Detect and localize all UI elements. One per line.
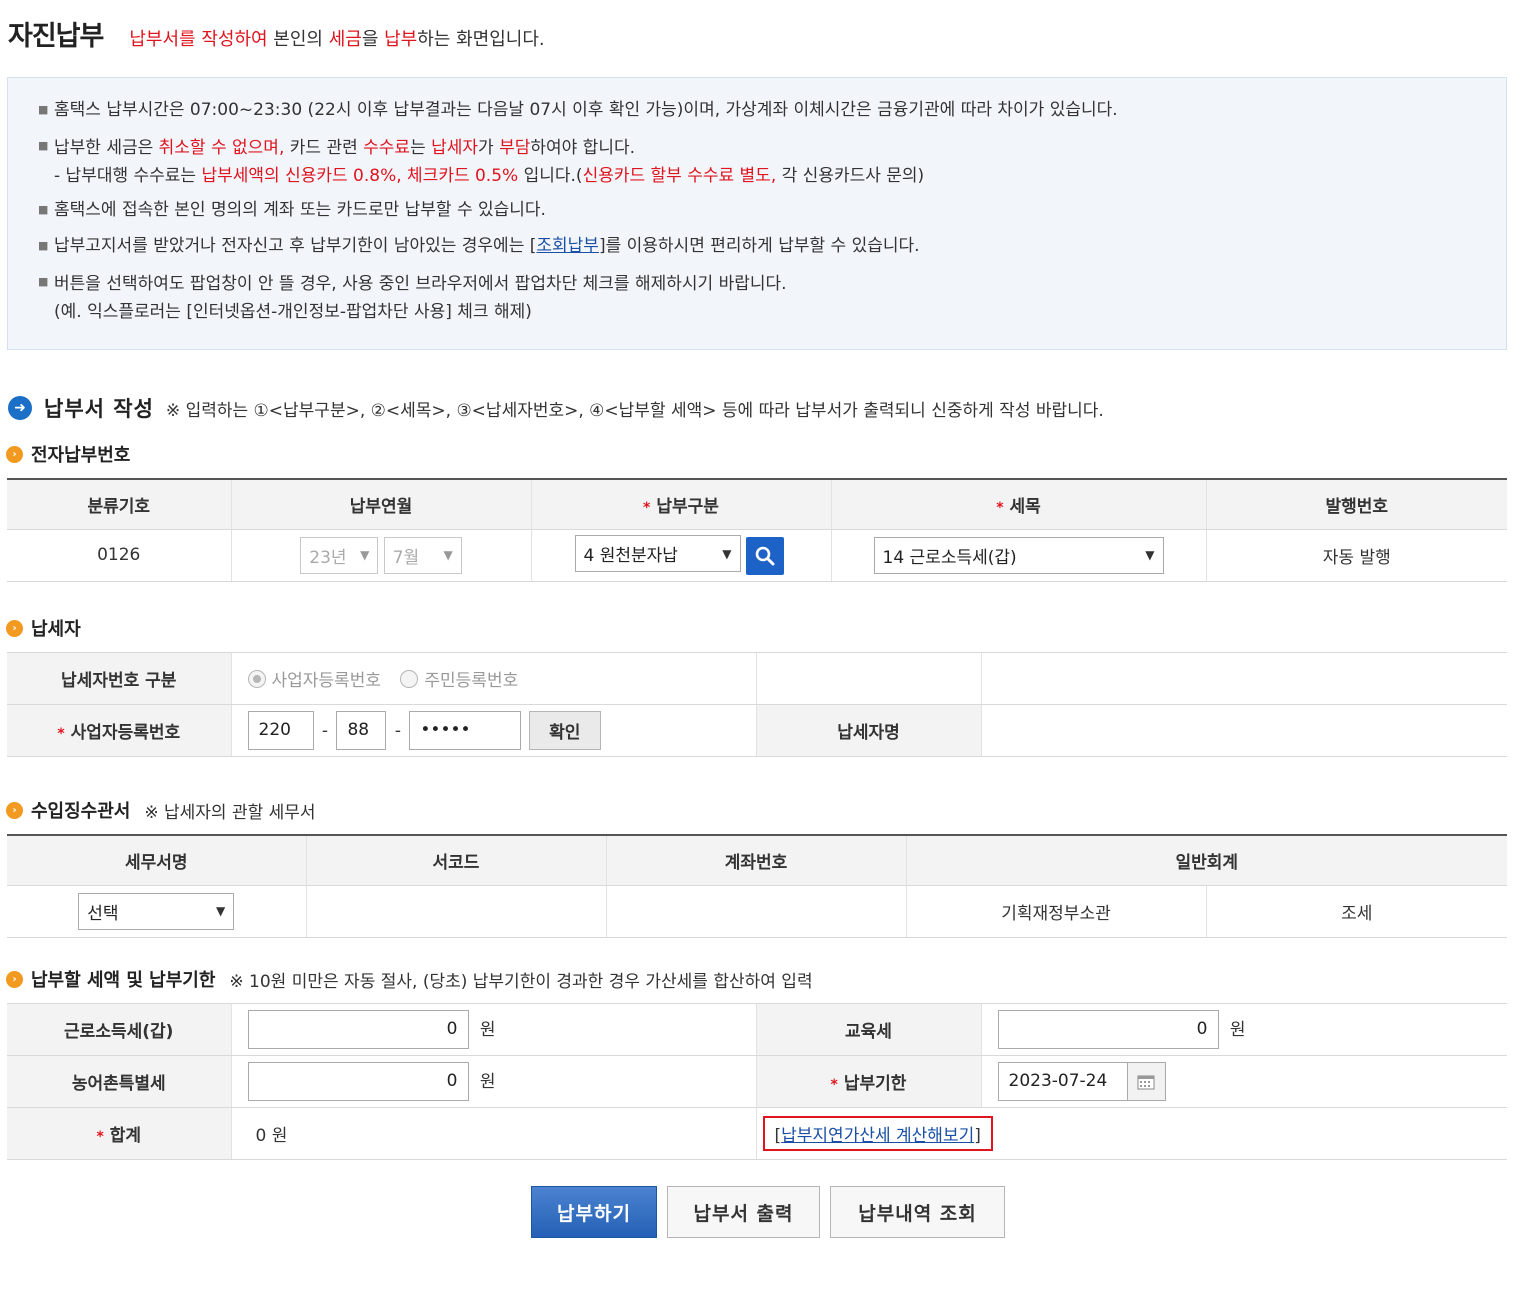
header-general-account: 일반회계 — [906, 835, 1507, 886]
late-fee-calc-link[interactable]: 납부지연가산세 계산해보기 — [781, 1126, 974, 1146]
amount-heading: › 납부할 세액 및 납부기한 ※ 10원 미만은 자동 절사, (당초) 납부… — [6, 966, 813, 992]
taxpayer-type-label: 납세자번호 구분 — [7, 652, 232, 705]
search-button[interactable] — [745, 537, 784, 575]
bullet-icon: ■ — [38, 103, 49, 116]
chevron-down-icon: ▼ — [1145, 548, 1155, 562]
bullet-icon: ■ — [38, 139, 49, 152]
farm-tax-label: 농어촌특별세 — [7, 1055, 232, 1108]
office-code — [306, 885, 607, 938]
month-select[interactable]: 7월 ▼ — [383, 536, 462, 574]
chevron-down-icon: ▼ — [722, 546, 732, 561]
radio-resident-no[interactable] — [400, 669, 419, 688]
pay-type-select[interactable]: 4 원천분자납 ▼ — [574, 535, 741, 572]
year-select[interactable]: 23년 ▼ — [300, 536, 379, 574]
deadline-label: * 납부기한 — [756, 1055, 982, 1108]
arrow-right-icon: ➜ — [8, 396, 32, 420]
tax-item-select[interactable]: 14 근로소득세(갑) ▼ — [873, 536, 1164, 574]
chevron-down-icon: ▼ — [216, 904, 226, 918]
form-section-title: ➜ 납부서 작성 ※ 입력하는 ①<납부구분>, ②<세목>, ③<납세자번호>… — [8, 393, 1104, 423]
calendar-icon — [1137, 1075, 1155, 1089]
office-table: 세무서명 서코드 계좌번호 일반회계 선택 ▼ 기획재정부소관 조세 — [7, 834, 1507, 938]
chevron-right-icon: › — [6, 801, 23, 819]
header-office-code: 서코드 — [306, 835, 607, 886]
header-category-code: 분류기호 — [7, 479, 232, 530]
header-office-name: 세무서명 — [7, 835, 307, 886]
chevron-down-icon: ▼ — [443, 548, 453, 562]
radio-bizno[interactable] — [247, 669, 266, 688]
epay-table: 분류기호 납부연월 * 납부구분 * 세목 발행번호 0126 23년 ▼ 7월 ▼ 4… — [7, 478, 1507, 582]
notice-item: ■ 납부한 세금은 취소할 수 없으며, 카드 관련 수수료는 납세자가 부담하… — [38, 134, 1506, 190]
chevron-right-icon: › — [6, 619, 23, 637]
income-tax-label: 근로소득세(갑) — [7, 1003, 232, 1056]
bullet-icon: ■ — [38, 275, 49, 288]
header-pay-month: 납부연월 — [231, 479, 532, 530]
late-fee-calc-box: [납부지연가산세 계산해보기] — [762, 1116, 993, 1151]
header-tax-item: * 세목 — [831, 479, 1207, 530]
issue-no: 자동 발행 — [1206, 529, 1507, 582]
notice-item: ■ 홈택스 납부시간은 07:00~23:30 (22시 이후 납부결과는 다음… — [38, 100, 1118, 120]
page-title: 자진납부 — [8, 21, 104, 52]
bullet-icon: ■ — [38, 239, 49, 252]
calendar-button[interactable] — [1127, 1062, 1166, 1101]
taxpayer-name-label: 납세자명 — [756, 704, 982, 757]
bizno-part2-input[interactable]: 88 — [336, 711, 387, 750]
deadline-input[interactable]: 2023-07-24 — [997, 1062, 1128, 1101]
edu-tax-input[interactable]: 0 — [997, 1010, 1219, 1049]
notice-item: ■ 홈택스에 접속한 본인 명의의 계좌 또는 카드로만 납부할 수 있습니다. — [38, 200, 546, 220]
inquiry-pay-link[interactable]: 조회납부 — [536, 236, 599, 256]
chevron-down-icon: ▼ — [360, 548, 370, 562]
notice-item: ■ 버튼을 선택하여도 팝업창이 안 뜰 경우, 사용 중인 브라우저에서 팝업… — [38, 270, 1506, 326]
bizno-part3-input[interactable]: ••••• — [409, 711, 522, 750]
notice-item: ■ 납부고지서를 받았거나 전자신고 후 납부기한이 남아있는 경우에는 [조회… — [38, 236, 920, 256]
chevron-right-icon: › — [6, 445, 23, 463]
epay-heading: › 전자납부번호 — [6, 441, 144, 467]
page-header: 자진납부 납부서를 작성하여 본인의 세금을 납부하는 화면입니다. — [8, 14, 545, 54]
taxpayer-name-value — [981, 704, 1507, 757]
office-heading: › 수입징수관서 ※ 납세자의 관할 세무서 — [6, 797, 316, 823]
total-value: 0 원 — [231, 1107, 757, 1160]
income-tax-input[interactable]: 0 — [247, 1010, 469, 1049]
bullet-icon: ■ — [38, 203, 49, 216]
header-account-no: 계좌번호 — [606, 835, 907, 886]
bizno-part1-input[interactable]: 220 — [247, 711, 314, 750]
chevron-right-icon: › — [6, 970, 23, 988]
confirm-button[interactable]: 확인 — [528, 711, 601, 750]
category-code: 0126 — [7, 529, 232, 582]
notice-box: ■ 홈택스 납부시간은 07:00~23:30 (22시 이후 납부결과는 다음… — [7, 77, 1507, 350]
taxpayer-heading: › 납세자 — [6, 615, 95, 641]
page-description: 납부서를 작성하여 본인의 세금을 납부하는 화면입니다. — [129, 29, 545, 50]
bizno-label: * 사업자등록번호 — [7, 704, 232, 757]
amount-table: 근로소득세(갑) 0 원 교육세 0 원 농어촌특별세 0 원 * 납부기한 20… — [7, 1003, 1507, 1160]
pay-button[interactable]: 납부하기 — [531, 1186, 657, 1238]
tax-label: 조세 — [1206, 885, 1507, 938]
action-buttons: 납부하기 납부서 출력 납부내역 조회 — [0, 1186, 1524, 1238]
office-select[interactable]: 선택 ▼ — [78, 892, 235, 930]
account-no — [606, 885, 907, 938]
edu-tax-label: 교육세 — [756, 1003, 982, 1056]
total-label: * 합계 — [7, 1107, 232, 1160]
history-button[interactable]: 납부내역 조회 — [830, 1186, 1005, 1238]
header-issue-no: 발행번호 — [1206, 479, 1507, 530]
ministry-label: 기획재정부소관 — [906, 885, 1207, 938]
print-button[interactable]: 납부서 출력 — [667, 1186, 820, 1238]
search-icon — [755, 546, 775, 566]
farm-tax-input[interactable]: 0 — [247, 1062, 469, 1101]
header-pay-type: * 납부구분 — [531, 479, 832, 530]
taxpayer-table: 납세자번호 구분 사업자등록번호 주민등록번호 * 사업자등록번호 220 - 8… — [7, 652, 1507, 757]
